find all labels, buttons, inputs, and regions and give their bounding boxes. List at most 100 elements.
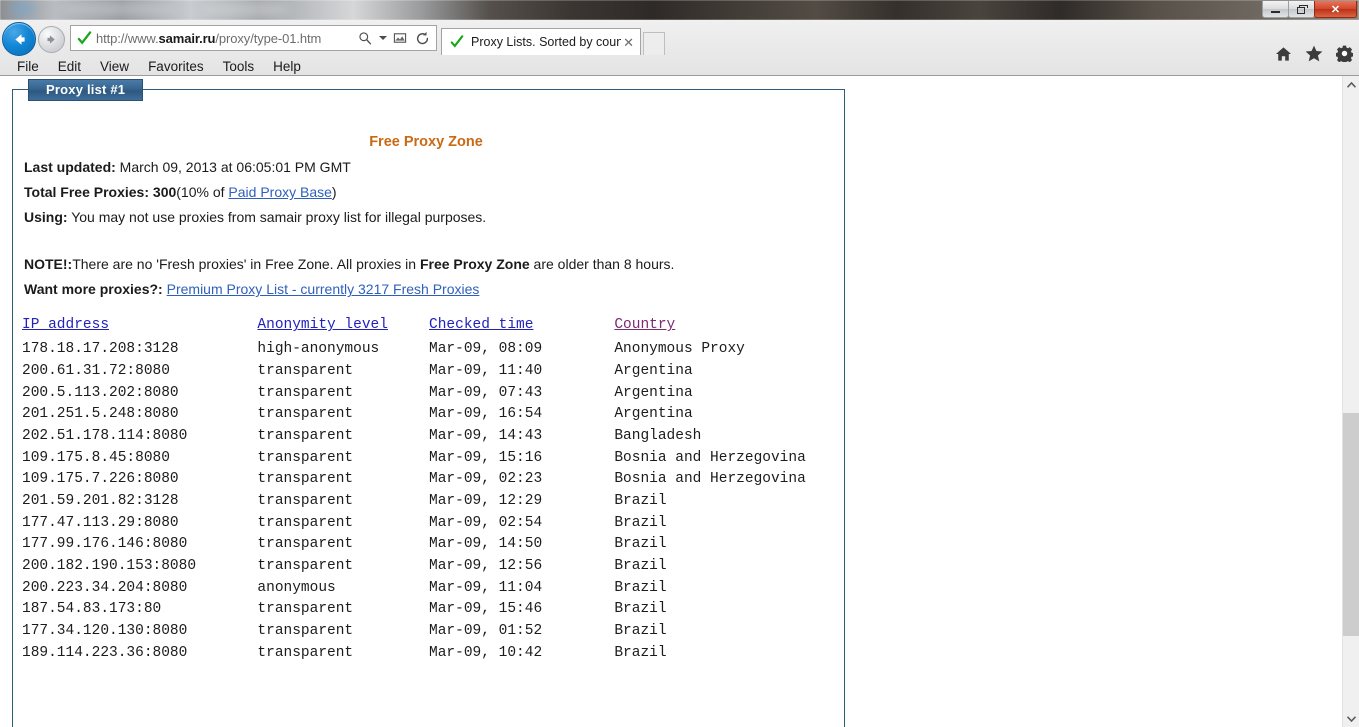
cell-checked-time: Mar-09, 01:52 — [429, 623, 543, 639]
cell-ip-address: 109.175.7.226:8080 — [22, 471, 179, 488]
cell-anonymity-level: anonymous — [257, 579, 336, 596]
paid-proxy-base-link[interactable]: Paid Proxy Base — [228, 184, 332, 200]
menu-item-edit[interactable]: Edit — [49, 58, 90, 75]
table-row: 189.114.223.36:8080 transparent Mar-09, 10… — [22, 644, 844, 666]
cell-anonymity-level: transparent — [257, 449, 354, 466]
scroll-up-arrow-icon[interactable] — [1343, 76, 1359, 93]
header-cell-country: Country — [614, 317, 844, 340]
tab-strip: Proxy Lists. Sorted by count... ✕ — [441, 24, 665, 55]
menu-item-tools[interactable]: Tools — [214, 58, 264, 75]
search-dropdown-caret-icon[interactable] — [377, 27, 388, 49]
cell-ip-address: 189.114.223.36:8080 — [22, 644, 188, 661]
table-row: 202.51.178.114:8080 transparent Mar-09, 14… — [22, 427, 844, 449]
cell-country: Argentina — [614, 384, 693, 401]
premium-proxy-list-link[interactable]: Premium Proxy List - currently 3217 Fres… — [167, 281, 480, 297]
cell-anonymity-level: transparent — [257, 623, 354, 639]
last-updated-label: Last updated: — [24, 159, 116, 175]
new-tab-button[interactable] — [643, 32, 665, 55]
cell-country: Brazil — [614, 493, 667, 510]
page-content: Free Proxy Zone Last updated: March 09, … — [13, 90, 844, 665]
cell-country: Bosnia and Herzegovina — [614, 449, 806, 466]
address-bar[interactable]: http://www.samair.ru/proxy/type-01.htm — [70, 25, 437, 51]
forward-button[interactable] — [38, 26, 65, 53]
cell-country: Anonymous Proxy — [614, 341, 745, 358]
cell-checked-time: Mar-09, 12:29 — [429, 493, 543, 510]
restore-icon — [1297, 4, 1308, 14]
cell-anonymity-level: transparent — [257, 601, 354, 618]
menu-item-help[interactable]: Help — [264, 58, 310, 75]
minimize-button[interactable] — [1262, 1, 1289, 18]
cell-anonymity-level: transparent — [257, 536, 354, 553]
vertical-scrollbar[interactable] — [1342, 76, 1359, 727]
compatibility-view-icon[interactable] — [390, 27, 410, 49]
cell-country: Brazil — [614, 558, 667, 575]
screen: ✕ http://www.samair.ru/proxy/type-01.htm… — [0, 0, 1359, 727]
scroll-down-arrow-icon[interactable] — [1343, 710, 1359, 727]
note-part2: are older than 8 hours. — [529, 256, 675, 273]
note-label: NOTE!: — [24, 256, 73, 273]
menu-item-favorites[interactable]: Favorites — [139, 58, 213, 75]
want-more-label: Want more proxies?: — [24, 281, 163, 298]
back-button[interactable] — [2, 22, 36, 56]
address-bar-icons — [355, 27, 434, 49]
scrollbar-thumb[interactable] — [1343, 413, 1359, 636]
last-updated-value: March 09, 2013 at 06:05:01 PM GMT — [119, 159, 351, 175]
header-cell-checked-time: Checked time — [429, 317, 614, 340]
cell-ip-address: 201.251.5.248:8080 — [22, 406, 179, 423]
note-bold: Free Proxy Zone — [419, 256, 530, 273]
page-viewport: Proxy list #1 Free Proxy Zone Last updat… — [0, 76, 1359, 727]
cell-ip-address: 109.175.8.45:8080 — [22, 449, 170, 466]
sort-link-country[interactable]: Country — [614, 317, 675, 333]
cell-country: Brazil — [614, 623, 667, 639]
table-row: 187.54.83.173:80 transparent Mar-09, 15:46… — [22, 600, 844, 622]
cell-country: Brazil — [614, 601, 667, 618]
table-row: 200.223.34.204:8080 anonymous Mar-09, 11:0… — [22, 579, 844, 601]
cell-anonymity-level: transparent — [257, 471, 354, 488]
cell-ip-address: 178.18.17.208:3128 — [22, 341, 179, 358]
cell-country: Argentina — [614, 363, 693, 380]
using-value: You may not use proxies from samair prox… — [71, 209, 487, 226]
cell-checked-time: Mar-09, 12:56 — [429, 558, 543, 575]
header-cell-ip: IP address — [22, 317, 257, 340]
proxy-table: IP address Anonymity level Checked time … — [22, 317, 844, 665]
address-url-text: http://www.samair.ru/proxy/type-01.htm — [96, 30, 322, 46]
cell-ip-address: 201.59.201.82:3128 — [22, 493, 179, 510]
total-paren-open: (10% of — [176, 184, 229, 201]
close-button[interactable]: ✕ — [1314, 1, 1357, 18]
cell-country: Argentina — [614, 406, 693, 423]
sort-link-anonymity-level[interactable]: Anonymity level — [257, 317, 388, 333]
cell-ip-address: 200.182.190.153:8080 — [22, 558, 197, 575]
cell-anonymity-level: high-anonymous — [257, 341, 380, 358]
table-row: 201.251.5.248:8080 transparent Mar-09, 16:… — [22, 405, 844, 427]
cell-ip-address: 200.5.113.202:8080 — [22, 384, 179, 401]
cell-anonymity-level: transparent — [257, 514, 354, 531]
sort-link-checked-time[interactable]: Checked time — [429, 317, 533, 333]
menu-item-view[interactable]: View — [91, 58, 138, 75]
cell-anonymity-level: transparent — [257, 428, 354, 445]
proxy-table-head: IP address Anonymity level Checked time … — [22, 317, 844, 340]
cell-ip-address: 187.54.83.173:80 — [22, 601, 162, 618]
restore-button[interactable] — [1288, 1, 1315, 18]
table-row: 200.61.31.72:8080 transparent Mar-09, 11:4… — [22, 362, 844, 384]
cell-checked-time: Mar-09, 15:46 — [429, 601, 543, 618]
tab-proxy-lists[interactable]: Proxy Lists. Sorted by count... ✕ — [441, 28, 641, 55]
cell-anonymity-level: transparent — [257, 363, 354, 380]
total-proxies-value: 300 — [152, 184, 177, 201]
menu-item-file[interactable]: File — [8, 58, 48, 75]
cell-checked-time: Mar-09, 15:16 — [429, 449, 543, 466]
tab-close-icon[interactable]: ✕ — [621, 36, 634, 49]
table-row: 178.18.17.208:3128 high-anonymous Mar-09, … — [22, 340, 844, 362]
back-arrow-icon — [14, 33, 25, 45]
total-proxies-label: Total Free Proxies: — [24, 184, 150, 201]
refresh-icon[interactable] — [412, 27, 432, 49]
sort-link-ip-address[interactable]: IP address — [22, 317, 109, 333]
menu-bar: File Edit View Favorites Tools Help — [0, 56, 1359, 76]
note-part1: There are no 'Fresh proxies' in Free Zon… — [72, 256, 420, 273]
tab-favicon-check-icon — [448, 33, 466, 51]
cell-country: Brazil — [614, 514, 667, 531]
search-icon[interactable] — [355, 27, 375, 49]
table-row: 177.34.120.130:8080 transparent Mar-09, 01… — [22, 622, 844, 644]
cell-country: Bosnia and Herzegovina — [614, 471, 806, 488]
cell-checked-time: Mar-09, 14:43 — [429, 428, 543, 445]
using-line: Using: You may not use proxies from sama… — [24, 209, 844, 225]
